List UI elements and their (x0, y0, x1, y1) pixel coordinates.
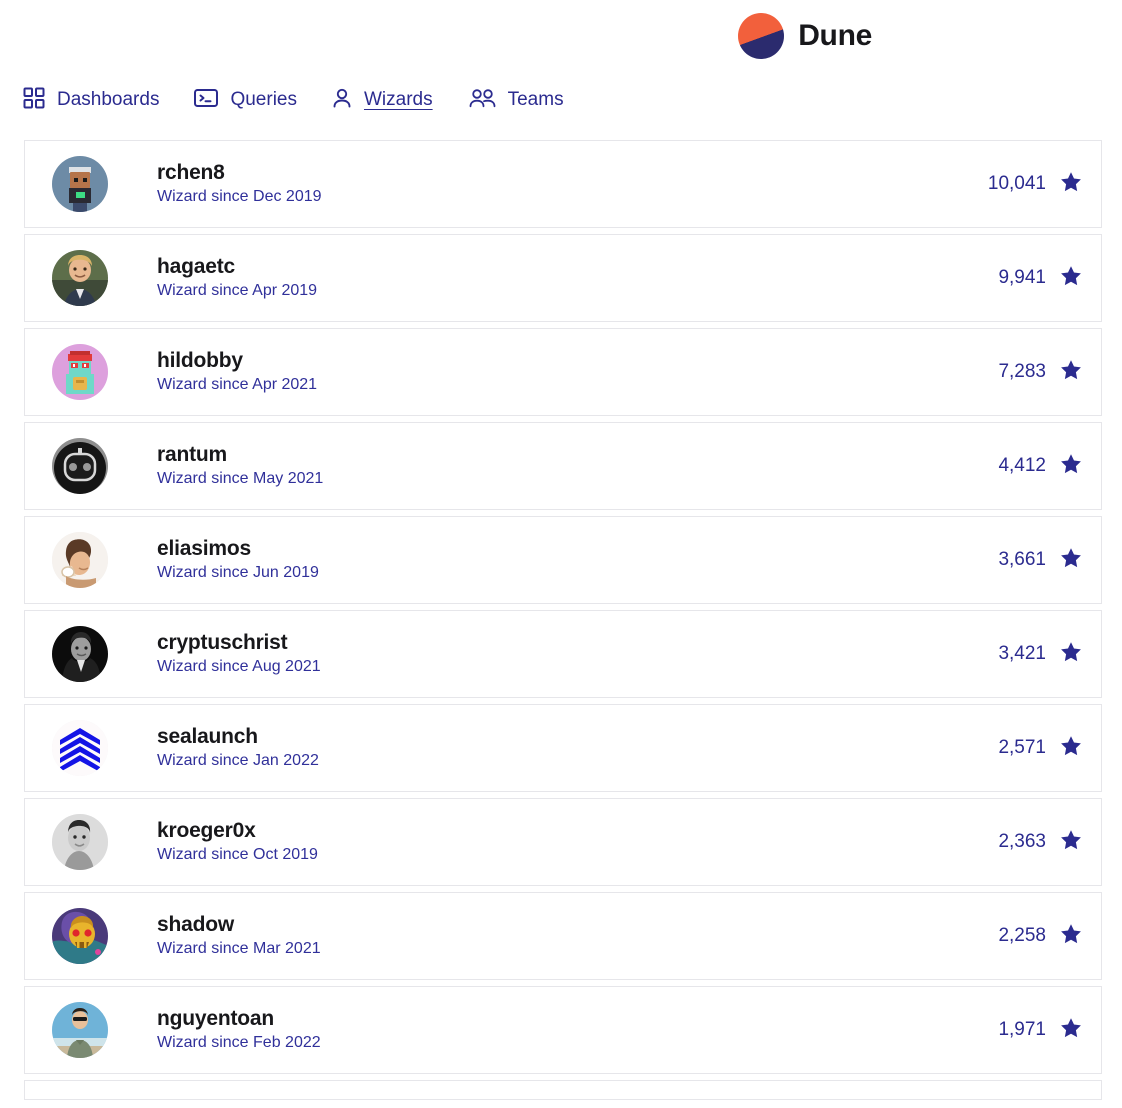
star-count: 3,661 (998, 549, 1046, 570)
wizard-since: Wizard since Mar 2021 (157, 940, 321, 958)
star-count: 9,941 (998, 267, 1046, 288)
wizard-username[interactable]: eliasimos (157, 537, 319, 560)
brand-header: Dune (0, 0, 1122, 72)
avatar[interactable] (52, 1002, 108, 1058)
star-count-group: 4,412 (998, 452, 1083, 481)
wizard-row[interactable]: cryptuschrist Wizard since Aug 2021 3,42… (24, 610, 1102, 698)
wizard-row[interactable]: eliasimos Wizard since Jun 2019 3,661 (24, 516, 1102, 604)
wizard-info: hildobby Wizard since Apr 2021 (157, 349, 317, 394)
nav-item-teams[interactable]: Teams (467, 86, 564, 115)
wizard-username[interactable]: cryptuschrist (157, 631, 321, 654)
wizards-list: rchen8 Wizard since Dec 2019 10,041 haga… (24, 140, 1102, 1100)
wizard-username[interactable]: kroeger0x (157, 819, 318, 842)
nav-label-queries: Queries (230, 89, 297, 110)
wizard-info: shadow Wizard since Mar 2021 (157, 913, 321, 958)
nav-label-wizards: Wizards (363, 89, 433, 110)
star-count-group: 7,283 (998, 358, 1083, 387)
avatar[interactable] (52, 814, 108, 870)
star-filled-icon[interactable] (1059, 1016, 1083, 1045)
avatar[interactable] (52, 532, 108, 588)
nav-item-dashboards[interactable]: Dashboards (22, 86, 159, 115)
user-icon (331, 86, 353, 115)
wizard-since: Wizard since Oct 2019 (157, 846, 318, 864)
wizard-info: cryptuschrist Wizard since Aug 2021 (157, 631, 321, 676)
star-count: 2,363 (998, 831, 1046, 852)
nav-item-wizards[interactable]: Wizards (331, 86, 433, 115)
star-filled-icon[interactable] (1059, 358, 1083, 387)
dune-logo-icon (738, 13, 785, 59)
star-filled-icon[interactable] (1059, 734, 1083, 763)
avatar[interactable] (52, 720, 108, 776)
wizard-row-partial[interactable] (24, 1080, 1102, 1100)
avatar[interactable] (52, 344, 108, 400)
avatar[interactable] (52, 908, 108, 964)
wizard-since: Wizard since Jun 2019 (157, 564, 319, 582)
star-count: 2,258 (998, 925, 1046, 946)
wizard-row[interactable]: hildobby Wizard since Apr 2021 7,283 (24, 328, 1102, 416)
avatar[interactable] (52, 438, 108, 494)
star-count-group: 9,941 (998, 264, 1083, 293)
star-filled-icon[interactable] (1059, 828, 1083, 857)
star-count-group: 3,661 (998, 546, 1083, 575)
wizard-row[interactable]: hagaetc Wizard since Apr 2019 9,941 (24, 234, 1102, 322)
star-count-group: 2,258 (998, 922, 1083, 951)
wizard-row[interactable]: rchen8 Wizard since Dec 2019 10,041 (24, 140, 1102, 228)
avatar[interactable] (52, 156, 108, 212)
wizard-row[interactable]: nguyentoan Wizard since Feb 2022 1,971 (24, 986, 1102, 1074)
wizard-info: rchen8 Wizard since Dec 2019 (157, 161, 322, 206)
wizard-row[interactable]: kroeger0x Wizard since Oct 2019 2,363 (24, 798, 1102, 886)
wizard-username[interactable]: rchen8 (157, 161, 322, 184)
nav-item-queries[interactable]: Queries (193, 86, 297, 115)
nav-label-dashboards: Dashboards (57, 89, 160, 110)
star-count-group: 2,571 (998, 734, 1083, 763)
wizard-since: Wizard since May 2021 (157, 470, 324, 488)
wizard-info: hagaetc Wizard since Apr 2019 (157, 255, 317, 300)
brand-logo-link[interactable]: Dune (738, 13, 872, 59)
wizard-since: Wizard since Apr 2021 (157, 376, 318, 394)
star-filled-icon[interactable] (1059, 264, 1083, 293)
star-count-group: 3,421 (998, 640, 1083, 669)
main-navigation: Dashboards Queries Wizards Teams (0, 72, 1122, 128)
star-filled-icon[interactable] (1059, 452, 1083, 481)
star-filled-icon[interactable] (1059, 170, 1083, 199)
wizard-since: Wizard since Feb 2022 (157, 1034, 321, 1052)
terminal-icon (193, 86, 219, 115)
wizard-username[interactable]: nguyentoan (157, 1007, 321, 1030)
star-filled-icon[interactable] (1059, 640, 1083, 669)
wizard-username[interactable]: rantum (157, 443, 323, 466)
star-count-group: 10,041 (988, 170, 1083, 199)
star-count: 2,571 (998, 737, 1046, 758)
wizard-username[interactable]: sealaunch (157, 725, 319, 748)
grid-icon (22, 86, 46, 115)
wizard-username[interactable]: hildobby (157, 349, 317, 372)
star-count: 10,041 (987, 173, 1046, 194)
wizard-info: nguyentoan Wizard since Feb 2022 (157, 1007, 321, 1052)
wizard-since: Wizard since Apr 2019 (157, 282, 318, 300)
wizard-row[interactable]: shadow Wizard since Mar 2021 2,258 (24, 892, 1102, 980)
wizard-info: sealaunch Wizard since Jan 2022 (157, 725, 319, 770)
wizard-username[interactable]: shadow (157, 913, 321, 936)
nav-label-teams: Teams (507, 89, 564, 110)
star-count-group: 2,363 (998, 828, 1083, 857)
wizard-row[interactable]: sealaunch Wizard since Jan 2022 2,571 (24, 704, 1102, 792)
wizard-since: Wizard since Jan 2022 (157, 752, 319, 770)
star-count: 7,283 (998, 361, 1046, 382)
wizard-since: Wizard since Dec 2019 (157, 188, 322, 206)
wizard-info: kroeger0x Wizard since Oct 2019 (157, 819, 318, 864)
avatar[interactable] (52, 250, 108, 306)
star-count-group: 1,971 (998, 1016, 1083, 1045)
wizard-row[interactable]: rantum Wizard since May 2021 4,412 (24, 422, 1102, 510)
star-count: 1,971 (998, 1019, 1046, 1040)
wizard-since: Wizard since Aug 2021 (157, 658, 321, 676)
star-count: 4,412 (998, 455, 1046, 476)
wizard-info: rantum Wizard since May 2021 (157, 443, 323, 488)
brand-name: Dune (798, 19, 872, 52)
star-filled-icon[interactable] (1059, 922, 1083, 951)
star-filled-icon[interactable] (1059, 546, 1083, 575)
avatar[interactable] (52, 626, 108, 682)
star-count: 3,421 (998, 643, 1046, 664)
wizard-username[interactable]: hagaetc (157, 255, 317, 278)
wizard-info: eliasimos Wizard since Jun 2019 (157, 537, 319, 582)
users-icon (467, 86, 497, 115)
